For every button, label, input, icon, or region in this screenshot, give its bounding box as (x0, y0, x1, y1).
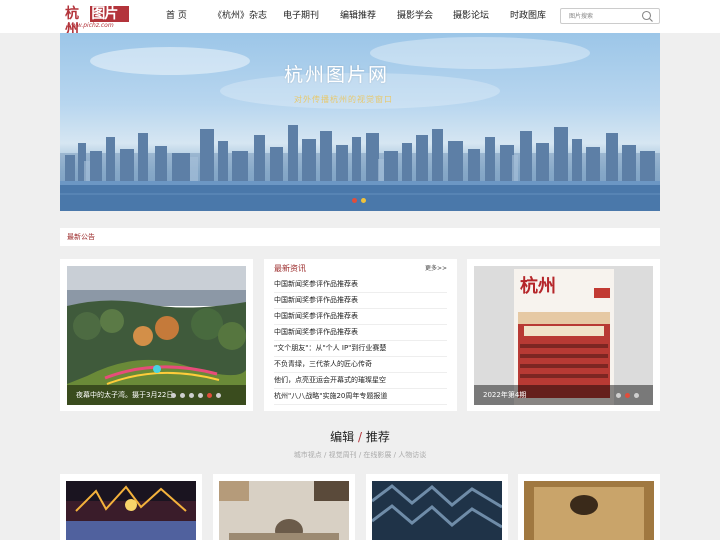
news-item[interactable]: 中国新闻奖参评作品推荐表 (274, 293, 447, 309)
news-item[interactable]: 中国新闻奖参评作品推荐表 (274, 277, 447, 293)
pagination-dot[interactable] (207, 393, 212, 398)
recommend-card-image (66, 481, 196, 540)
logo-wordmark: 杭州 图片网 (65, 6, 129, 38)
recommend-card[interactable] (60, 474, 202, 540)
recommend-card[interactable] (518, 474, 660, 540)
nav-photo-forum[interactable]: 摄影论坛 (453, 10, 489, 22)
logo-url: www.pichz.com (67, 22, 114, 29)
search-box (560, 8, 660, 24)
caption-text: 夜幕中的太子湾。摄于3月22日 (76, 391, 174, 399)
section-title: 编辑 / 推荐 (0, 430, 720, 445)
pagination-dot[interactable] (634, 393, 639, 398)
featured-photo-caption: 夜幕中的太子湾。摄于3月22日 (67, 385, 246, 405)
site-header: 杭州 图片网 www.pichz.com 首 页 《杭州》杂志 电子期刊 编辑推… (0, 0, 720, 38)
nav-photo-society[interactable]: 摄影学会 (397, 10, 433, 22)
news-item[interactable]: 他们，点亮亚运会开幕式的璀璨星空 (274, 373, 447, 389)
featured-photo-pagination (171, 393, 221, 398)
magazine-caption: 2022年第4期 (474, 385, 653, 405)
news-item[interactable]: 杭州"八八战略"实施20周年专题报道 (274, 389, 447, 405)
news-list: 中国新闻奖参评作品推荐表 中国新闻奖参评作品推荐表 中国新闻奖参评作品推荐表 中… (274, 277, 447, 405)
logo-text: 杭州 (65, 6, 79, 38)
search-icon[interactable] (641, 10, 654, 23)
pagination-dot[interactable] (189, 393, 194, 398)
section-title-b: 推荐 (365, 430, 390, 444)
magazine-cover[interactable]: 杭州 2022年第4期 (474, 266, 653, 405)
featured-photo[interactable]: 夜幕中的太子湾。摄于3月22日 (67, 266, 246, 405)
pagination-dot[interactable] (216, 393, 221, 398)
caption-text: 2022年第4期 (483, 391, 527, 399)
pagination-dot[interactable] (616, 393, 621, 398)
pagination-dot[interactable] (171, 393, 176, 398)
magazine-pagination (616, 393, 639, 398)
banner-pagination (352, 198, 366, 203)
news-more-link[interactable]: 更多>> (425, 265, 447, 273)
nav-magazine[interactable]: 《杭州》杂志 (213, 10, 267, 22)
notice-bar: 最新公告 (60, 228, 660, 246)
banner-title: 杭州图片网 (284, 64, 390, 86)
banner-dot[interactable] (361, 198, 366, 203)
search-input[interactable] (569, 11, 639, 22)
news-item[interactable]: 中国新闻奖参评作品推荐表 (274, 325, 447, 341)
magazine-panel: 杭州 2022年第4期 (467, 259, 660, 411)
pagination-dot[interactable] (180, 393, 185, 398)
recommend-card-image (524, 481, 654, 540)
news-title: 最新资讯 (274, 264, 306, 273)
news-item[interactable]: 中国新闻奖参评作品推荐表 (274, 309, 447, 325)
recommend-card[interactable] (213, 474, 355, 540)
pagination-dot[interactable] (198, 393, 203, 398)
site-logo[interactable]: 杭州 图片网 www.pichz.com (65, 6, 129, 38)
news-item[interactable]: 不负青绿，三代茶人的匠心传奇 (274, 357, 447, 373)
latest-news-panel: 最新资讯 更多>> 中国新闻奖参评作品推荐表 中国新闻奖参评作品推荐表 中国新闻… (264, 259, 457, 411)
recommend-card[interactable] (366, 474, 508, 540)
nav-e-journal[interactable]: 电子期刊 (283, 10, 319, 22)
nav-editor-picks[interactable]: 编辑推荐 (340, 10, 376, 22)
notice-label[interactable]: 最新公告 (67, 232, 95, 242)
nav-home[interactable]: 首 页 (166, 10, 187, 22)
section-subtitle: 城市视点 / 视觉周刊 / 在线影展 / 人物访谈 (293, 451, 427, 459)
news-item[interactable]: "文个朋友"：从"个人 IP"到行业赛楚 (274, 341, 447, 357)
nav-politics-gallery[interactable]: 时政图库 (510, 10, 546, 22)
hero-banner[interactable]: 杭州图片网 对外传播杭州的视觉窗口 (60, 33, 660, 211)
section-title-a: 编辑 (330, 430, 355, 444)
featured-photo-panel: 夜幕中的太子湾。摄于3月22日 (60, 259, 253, 411)
logo-box-text: 图片网 (90, 6, 129, 38)
magazine-cover-title: 杭州 (520, 276, 556, 297)
city-skyline-image (60, 37, 660, 211)
recommend-card-image (219, 481, 349, 540)
recommend-card-image (372, 481, 502, 540)
banner-subtitle: 对外传播杭州的视觉窗口 (294, 95, 393, 104)
pagination-dot[interactable] (625, 393, 630, 398)
banner-dot[interactable] (352, 198, 357, 203)
section-title-slash: / (354, 430, 366, 444)
